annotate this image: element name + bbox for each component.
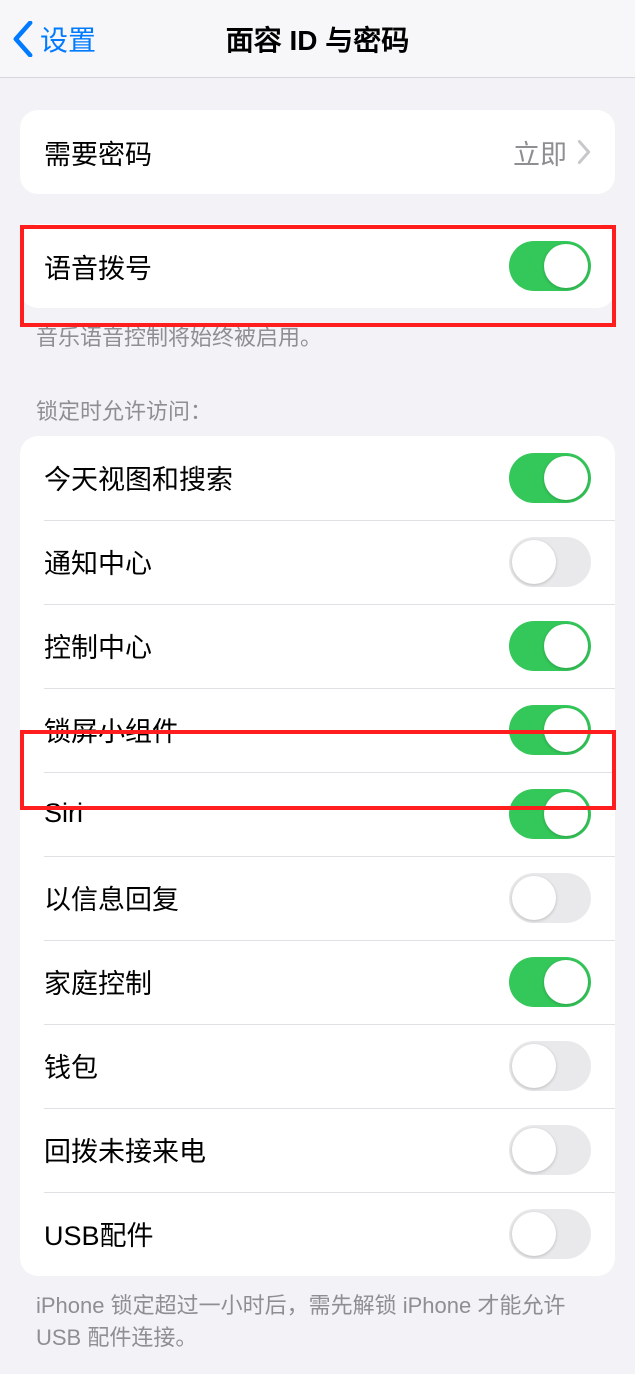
row-label: 钱包 — [44, 1046, 509, 1085]
toggle-lock-access[interactable] — [509, 1209, 591, 1259]
row-label: Siri — [44, 798, 509, 829]
nav-bar: 设置 面容 ID 与密码 — [0, 0, 635, 78]
toggle-lock-access[interactable] — [509, 453, 591, 503]
row-lock-access: 控制中心 — [20, 604, 615, 688]
voice-dial-footnote: 音乐语音控制将始终被启用。 — [36, 322, 599, 354]
row-label: 今天视图和搜索 — [44, 458, 509, 497]
lock-access-header: 锁定时允许访问： — [36, 394, 599, 426]
back-label: 设置 — [40, 19, 96, 59]
toggle-lock-access[interactable] — [509, 957, 591, 1007]
toggle-lock-access[interactable] — [509, 705, 591, 755]
row-lock-access: 锁屏小组件 — [20, 688, 615, 772]
toggle-lock-access[interactable] — [509, 537, 591, 587]
row-label: 家庭控制 — [44, 962, 509, 1001]
row-lock-access: Siri — [20, 772, 615, 856]
content: 需要密码 立即 语音拨号 音乐语音控制将始终被启用。 锁定时允许访问： 今天视图… — [0, 110, 635, 1374]
row-label: 需要密码 — [44, 133, 513, 172]
row-label: 通知中心 — [44, 542, 509, 581]
toggle-lock-access[interactable] — [509, 1125, 591, 1175]
row-label: 语音拨号 — [44, 247, 509, 286]
toggle-lock-access[interactable] — [509, 873, 591, 923]
row-lock-access: 以信息回复 — [20, 856, 615, 940]
row-label: 回拨未接来电 — [44, 1130, 509, 1169]
chevron-left-icon — [12, 21, 34, 57]
toggle-lock-access[interactable] — [509, 789, 591, 839]
lock-access-footnote: iPhone 锁定超过一小时后，需先解锁 iPhone 才能允许USB 配件连接… — [36, 1290, 599, 1354]
row-label: USB配件 — [44, 1214, 509, 1253]
row-lock-access: USB配件 — [20, 1192, 615, 1276]
row-lock-access: 通知中心 — [20, 520, 615, 604]
group-voice-dial: 语音拨号 — [20, 224, 615, 308]
row-require-passcode[interactable]: 需要密码 立即 — [20, 110, 615, 194]
row-label: 锁屏小组件 — [44, 710, 509, 749]
row-lock-access: 钱包 — [20, 1024, 615, 1108]
row-label: 以信息回复 — [44, 878, 509, 917]
group-passcode: 需要密码 立即 — [20, 110, 615, 194]
row-lock-access: 回拨未接来电 — [20, 1108, 615, 1192]
row-value: 立即 — [513, 133, 567, 172]
toggle-voice-dial[interactable] — [509, 241, 591, 291]
group-lock-access: 今天视图和搜索通知中心控制中心锁屏小组件 Siri 以信息回复家庭控制钱包回拨未接来… — [20, 436, 615, 1276]
row-voice-dial: 语音拨号 — [20, 224, 615, 308]
row-lock-access: 今天视图和搜索 — [20, 436, 615, 520]
row-lock-access: 家庭控制 — [20, 940, 615, 1024]
toggle-lock-access[interactable] — [509, 1041, 591, 1091]
chevron-right-icon — [577, 140, 591, 164]
toggle-lock-access[interactable] — [509, 621, 591, 671]
back-button[interactable]: 设置 — [12, 19, 96, 59]
row-label: 控制中心 — [44, 626, 509, 665]
